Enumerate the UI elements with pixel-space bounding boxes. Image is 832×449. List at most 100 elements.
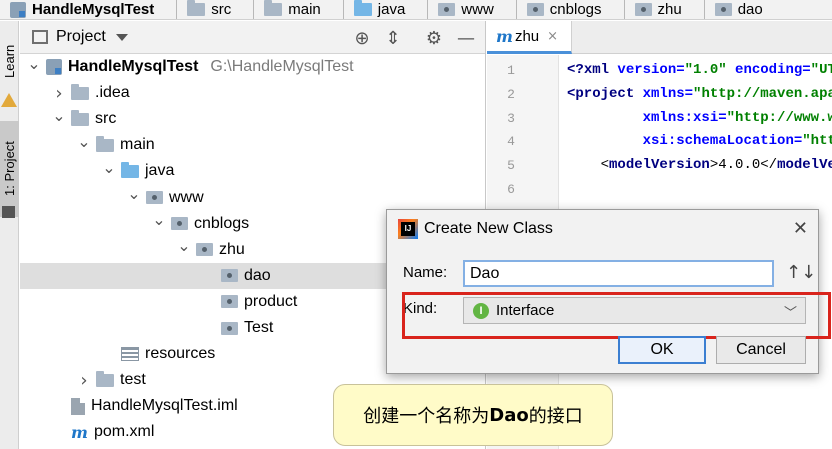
tree-node-label: HandleMysqlTest.iml (91, 397, 238, 415)
breadcrumb-item[interactable]: src (177, 0, 255, 19)
code-line: xmlns:xsi="http://www.w3. (567, 110, 832, 126)
sort-icon[interactable]: ↑↓ (786, 262, 816, 283)
tree-node-label: java (145, 162, 175, 180)
chevron-down-icon[interactable]: ⌄ (52, 106, 65, 125)
tree-node-label: Test (244, 319, 274, 336)
breadcrumb-label: HandleMysqlTest (32, 1, 155, 18)
breadcrumb-separator (245, 0, 255, 19)
chevron-down-icon[interactable]: ⌄ (127, 184, 140, 203)
code-token: "http (802, 133, 832, 150)
annotation-callout: 创建一个名称为 Dao 的接口 (333, 384, 613, 446)
chevron-down-icon[interactable]: ⌄ (177, 236, 190, 255)
tree-row[interactable]: ⌄ main (20, 132, 486, 158)
project-view-icon (32, 30, 48, 44)
class-name-input[interactable] (463, 260, 774, 287)
code-token: xmlns= (642, 85, 694, 102)
folder-icon (264, 0, 283, 16)
chevron-down-icon[interactable]: ⌄ (77, 132, 90, 151)
tree-node-label: product (244, 292, 298, 310)
folder-icon (96, 370, 114, 387)
tree-row[interactable]: ⌄ src (20, 106, 486, 132)
name-label: Name: (403, 264, 448, 281)
tree-node: product (221, 293, 297, 311)
source-folder-icon (121, 161, 139, 178)
chevron-down-icon[interactable]: ⌄ (102, 158, 115, 177)
breadcrumb-label: dao (737, 1, 763, 18)
breadcrumb-label: zhu (657, 1, 682, 18)
project-tool-button[interactable]: 1: Project (0, 121, 19, 217)
line-number: 5 (507, 158, 515, 174)
folder-icon (71, 109, 89, 126)
tree-node-label: main (120, 136, 155, 154)
iml-file-icon (71, 397, 85, 415)
callout-text-prefix: 创建一个名称为 (363, 406, 490, 427)
source-folder-icon (353, 0, 372, 16)
tree-node-label: resources (145, 345, 216, 363)
learn-tool-button[interactable]: Learn (0, 33, 19, 89)
close-icon[interactable]: × (547, 29, 558, 44)
breadcrumb-item[interactable]: main (254, 0, 344, 19)
dialog-title-bar: Create New Class ✕ (387, 210, 818, 248)
package-icon (438, 3, 456, 16)
collapse-all-icon[interactable]: ⇕ (382, 27, 404, 49)
tree-row[interactable]: ⌄ java (20, 158, 486, 184)
breadcrumb-label: www (461, 1, 494, 18)
chevron-down-icon[interactable] (115, 33, 128, 41)
folder-icon (96, 135, 114, 152)
locate-icon[interactable]: ⊕ (351, 27, 373, 49)
resources-folder-icon (121, 347, 139, 362)
chevron-right-icon[interactable]: › (78, 370, 90, 391)
package-icon (196, 243, 213, 257)
ok-button[interactable]: OK (618, 336, 706, 364)
editor-tab-bar: m zhu × (487, 21, 832, 54)
code-token: modelVers (777, 157, 832, 174)
maven-icon: m (71, 422, 88, 442)
tree-node: dao (221, 267, 271, 285)
chevron-down-icon[interactable]: ⌄ (27, 54, 40, 73)
tree-node-label: src (95, 110, 117, 128)
breadcrumb-item[interactable]: dao (705, 1, 763, 18)
callout-text-suffix: 的接口 (528, 406, 583, 427)
tree-node-label: cnblogs (194, 214, 250, 232)
package-icon (221, 321, 238, 335)
breadcrumb-item[interactable]: zhu (625, 0, 705, 19)
package-icon (221, 269, 238, 283)
breadcrumb-item[interactable]: www (428, 0, 517, 19)
project-view-selector[interactable]: Project (56, 28, 106, 46)
tree-node-label: pom.xml (93, 423, 155, 441)
line-number: 1 (507, 63, 515, 78)
tree-row[interactable]: ⌄ HandleMysqlTest G:\HandleMysqlTest (20, 54, 486, 80)
cancel-button[interactable]: Cancel (716, 336, 806, 364)
breadcrumb-item[interactable]: cnblogs (517, 0, 625, 19)
kind-highlight-annotation (402, 292, 831, 339)
code-token: < (567, 157, 610, 174)
tree-node-label: HandleMysqlTest (68, 58, 199, 75)
tree-node-label: .idea (95, 84, 130, 102)
breadcrumb-item[interactable]: java (344, 0, 429, 19)
breadcrumb-separator (419, 0, 429, 19)
chevron-down-icon[interactable]: ⌄ (152, 210, 165, 229)
chevron-right-icon[interactable]: › (53, 83, 65, 104)
breadcrumb-separator (168, 0, 178, 19)
tree-node: src (71, 109, 117, 128)
project-tool-label: 1: Project (2, 141, 17, 197)
code-token: "UTF- (810, 62, 832, 78)
hide-panel-icon[interactable]: — (455, 27, 477, 49)
code-line: xsi:schemaLocation="http (567, 133, 832, 149)
breadcrumb-separator (508, 0, 517, 19)
code-token: >4.0.0</ (709, 157, 778, 174)
tree-row[interactable]: ⌄ www (20, 184, 486, 211)
breadcrumb-label: java (377, 1, 406, 18)
gear-icon[interactable]: ⚙ (423, 27, 445, 49)
tree-node-path: G:\HandleMysqlTest (210, 58, 354, 75)
tab-zhu[interactable]: m zhu × (487, 21, 572, 54)
breadcrumb-item[interactable]: HandleMysqlTest (0, 0, 178, 19)
tree-node: main (96, 135, 155, 154)
left-tool-strip: Learn 1: Project (0, 21, 19, 449)
close-icon[interactable]: ✕ (793, 218, 808, 239)
tree-row[interactable]: › .idea (20, 80, 486, 106)
learn-label: Learn (2, 44, 17, 78)
breadcrumb-separator (696, 0, 705, 19)
